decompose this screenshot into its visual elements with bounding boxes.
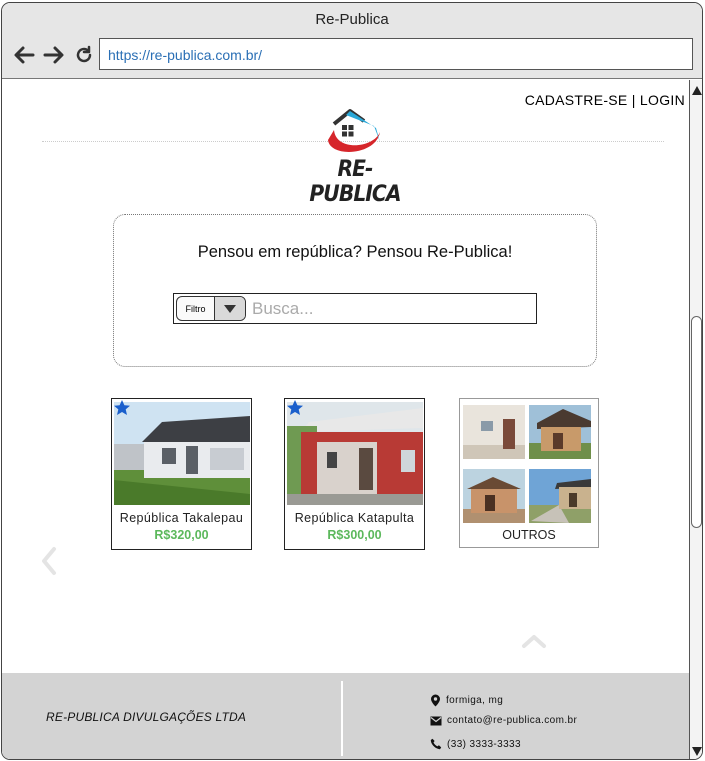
logo-text: RE-PUBLICA [309,157,401,207]
scroll-to-top-chevron-icon[interactable] [520,632,548,650]
listing-card-katapulta[interactable]: República Katapulta R$300,00 [284,398,425,550]
listing-price: R$300,00 [327,528,382,542]
footer-divider [341,681,343,756]
location-text: formiga, mg [446,695,504,706]
search-input[interactable] [252,298,530,320]
listing-photo [287,402,423,505]
reload-icon[interactable] [72,43,96,67]
signup-link[interactable]: CADASTRE-SE [525,92,628,108]
scroll-down-arrow-icon[interactable] [691,744,702,758]
listing-name: República Takalepau [119,511,244,525]
forward-arrow-icon[interactable] [42,43,66,67]
search-bar: Filtro [173,293,537,324]
others-thumbnail [529,405,591,459]
scrollbar-thumb[interactable] [691,316,702,528]
scroll-up-arrow-icon[interactable] [691,83,702,97]
phone-icon [430,738,442,750]
back-arrow-icon[interactable] [12,43,36,67]
login-link[interactable]: LOGIN [640,92,685,108]
page-viewport: CADASTRE-SE | LOGIN RE-PUBLICA Pensou em… [2,80,689,759]
window-title: Re-Publica [315,11,389,28]
carousel-prev-chevron-icon[interactable] [38,546,60,576]
company-name: RE-PUBLICA DIVULGAÇÕES LTDA [46,710,247,724]
auth-links: CADASTRE-SE | LOGIN [525,92,685,108]
others-label: OUTROS [502,528,556,542]
listing-photo [114,402,250,505]
others-thumbnail [463,469,525,523]
phone-text: (33) 3333-3333 [447,738,521,750]
browser-nav-buttons [12,43,96,67]
footer-phone: (33) 3333-3333 [430,738,521,750]
auth-separator: | [631,92,636,108]
envelope-icon [430,716,442,725]
star-icon [286,399,304,417]
listing-card-takalepau[interactable]: República Takalepau R$320,00 [111,398,252,550]
footer-email: contato@re-publica.com.br [430,715,577,726]
footer-location: formiga, mg [430,694,503,707]
search-headline: Pensou em república? Pensou Re-Publica! [197,243,513,261]
listing-price: R$320,00 [154,528,209,542]
email-text[interactable]: contato@re-publica.com.br [447,715,577,726]
filter-dropdown[interactable]: Filtro [176,296,246,321]
star-icon [113,399,131,417]
others-thumbnail [463,405,525,459]
page-footer: RE-PUBLICA DIVULGAÇÕES LTDA formiga, mg … [2,673,689,759]
site-logo[interactable]: RE-PUBLICA [300,102,410,207]
search-panel: Pensou em república? Pensou Re-Publica! … [113,214,597,367]
page-scrollbar[interactable] [689,80,702,759]
others-thumbnail [529,469,591,523]
map-pin-icon [431,694,440,707]
others-card[interactable]: OUTROS [459,398,599,548]
address-bar[interactable]: https://re-publica.com.br/ [99,38,693,70]
listing-name: República Katapulta [294,511,415,525]
filter-label: Filtro [185,303,206,314]
browser-titlebar: Re-Publica https://re-publica.com.br/ [2,3,702,79]
house-logo-icon [328,109,380,152]
browser-window: Re-Publica https://re-publica.com.br/ CA… [1,2,703,760]
chevron-down-icon[interactable] [214,297,245,320]
